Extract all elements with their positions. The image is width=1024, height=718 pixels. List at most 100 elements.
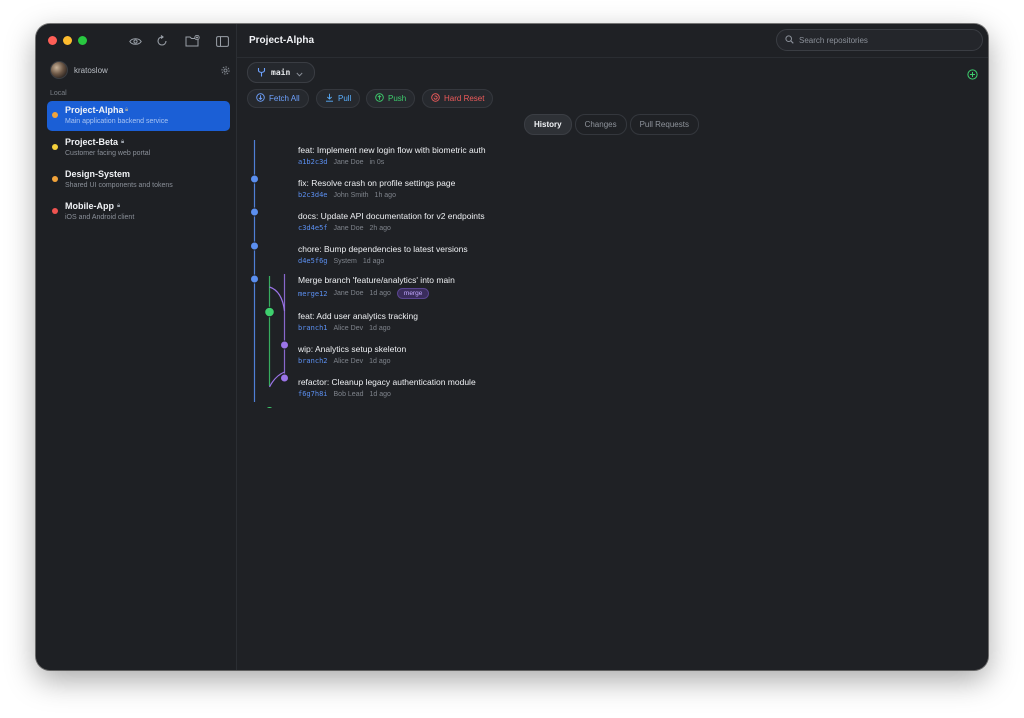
branch-selector[interactable]: main bbox=[247, 62, 315, 83]
commit-author: Alice Dev bbox=[333, 324, 364, 332]
search-icon bbox=[785, 31, 794, 49]
search-input[interactable]: Search repositories bbox=[776, 29, 983, 51]
commit-meta: a1b2c3d Jane Doe in 0s bbox=[298, 158, 486, 166]
commit-author: Jane Doe bbox=[333, 158, 364, 166]
repo-description: iOS and Android client bbox=[65, 214, 135, 221]
commit-hash: branch1 bbox=[298, 324, 328, 332]
commit-hash: a1b2c3d bbox=[298, 158, 328, 166]
lock-icon: 🔒︎ bbox=[125, 107, 129, 113]
commit-hash: b2c3d4e bbox=[298, 191, 328, 199]
fetch-all-button[interactable]: Fetch All bbox=[247, 89, 309, 108]
tab-changes[interactable]: Changes bbox=[574, 114, 627, 135]
chevron-down-icon bbox=[296, 64, 303, 82]
commit-node bbox=[250, 274, 259, 284]
repo-name: Mobile-App bbox=[65, 201, 114, 211]
commit-message: feat: Implement new login flow with biom… bbox=[298, 145, 486, 155]
commit-message: wip: Analytics setup skeleton bbox=[298, 344, 407, 354]
lock-icon: 🔒︎ bbox=[117, 203, 121, 209]
commit-time: 2h ago bbox=[369, 224, 391, 232]
push-label: Push bbox=[388, 94, 407, 103]
commit-row[interactable]: docs: Update API documentation for v2 en… bbox=[298, 211, 485, 232]
commit-author: Jane Doe bbox=[333, 224, 364, 232]
header-divider bbox=[237, 57, 988, 58]
sidebar: kratoslow Local Project-Alpha 🔒︎ Main ap… bbox=[36, 24, 237, 670]
commit-time: in 0s bbox=[369, 158, 385, 166]
commit-meta: f6g7h8i Bob Lead 1d ago bbox=[298, 390, 476, 398]
repo-item-project-alpha[interactable]: Project-Alpha 🔒︎ Main application backen… bbox=[47, 101, 230, 131]
commit-time: 1d ago bbox=[369, 324, 391, 332]
main-panel: Project-Alpha Search repositories main F… bbox=[237, 24, 988, 670]
commit-message: refactor: Cleanup legacy authentication … bbox=[298, 377, 476, 387]
zoom-window-button[interactable] bbox=[78, 36, 87, 45]
commit-node bbox=[250, 174, 259, 184]
commit-meta: merge12 Jane Doe 1d ago merge bbox=[298, 288, 455, 299]
folder-add-icon[interactable] bbox=[184, 33, 200, 49]
commit-row[interactable]: fix: Resolve crash on profile settings p… bbox=[298, 178, 455, 199]
repo-name: Project-Beta bbox=[65, 137, 119, 147]
pull-label: Pull bbox=[338, 94, 352, 103]
repo-name: Project-Alpha bbox=[65, 105, 124, 115]
avatar bbox=[50, 61, 68, 79]
commit-time: 1d ago bbox=[369, 390, 391, 398]
repo-item-project-beta[interactable]: Project-Beta 🔒︎ Customer facing web port… bbox=[47, 133, 230, 163]
commit-node bbox=[280, 340, 289, 350]
commit-hash: merge12 bbox=[298, 289, 328, 298]
push-button[interactable]: Push bbox=[366, 89, 415, 108]
pull-button[interactable]: Pull bbox=[316, 89, 360, 108]
repo-description: Customer facing web portal bbox=[65, 150, 151, 157]
minimize-window-button[interactable] bbox=[63, 36, 72, 45]
app-window: kratoslow Local Project-Alpha 🔒︎ Main ap… bbox=[36, 24, 988, 670]
commit-message: fix: Resolve crash on profile settings p… bbox=[298, 178, 456, 188]
refresh-icon[interactable] bbox=[154, 33, 170, 49]
merge-badge: merge bbox=[396, 288, 430, 299]
upload-circle-icon bbox=[375, 93, 384, 104]
hard-reset-button[interactable]: Hard Reset bbox=[422, 89, 493, 108]
repo-item-mobile-app[interactable]: Mobile-App 🔒︎ iOS and Android client bbox=[47, 197, 230, 227]
commit-author: System bbox=[333, 257, 357, 265]
merge-commit-node bbox=[264, 306, 275, 318]
commit-message: Merge branch 'feature/analytics' into ma… bbox=[298, 275, 455, 285]
commit-meta: d4e5f6g System 1d ago bbox=[298, 257, 468, 265]
commit-author: Jane Doe bbox=[333, 290, 364, 297]
view-tabs: History Changes Pull Requests bbox=[524, 114, 699, 135]
reset-icon bbox=[431, 93, 440, 104]
git-branch-icon bbox=[257, 64, 266, 82]
commit-time: 1d ago bbox=[369, 290, 391, 297]
user-profile[interactable]: kratoslow bbox=[50, 60, 236, 80]
commit-row[interactable]: feat: Add user analytics tracking branch… bbox=[298, 311, 418, 332]
tab-pull-requests[interactable]: Pull Requests bbox=[629, 114, 699, 135]
commit-node bbox=[280, 373, 289, 383]
commit-row[interactable]: refactor: Cleanup legacy authentication … bbox=[298, 377, 476, 398]
repo-description: Main application backend service bbox=[65, 118, 169, 125]
fetch-all-label: Fetch All bbox=[269, 94, 300, 103]
commit-row-merge[interactable]: Merge branch 'feature/analytics' into ma… bbox=[298, 275, 455, 299]
close-window-button[interactable] bbox=[48, 36, 57, 45]
fetch-icon bbox=[256, 93, 265, 104]
section-label-local: Local bbox=[50, 90, 67, 97]
add-circle-icon[interactable] bbox=[967, 67, 978, 80]
commit-time: 1h ago bbox=[374, 191, 396, 199]
search-placeholder: Search repositories bbox=[799, 35, 868, 45]
commit-row[interactable]: feat: Implement new login flow with biom… bbox=[298, 145, 486, 166]
repo-status-dot bbox=[52, 144, 58, 150]
branch-name: main bbox=[271, 68, 291, 77]
commit-row[interactable]: wip: Analytics setup skeleton branch2 Al… bbox=[298, 344, 406, 365]
commit-node bbox=[250, 241, 259, 251]
commit-meta: c3d4e5f Jane Doe 2h ago bbox=[298, 224, 485, 232]
commit-graph bbox=[250, 140, 289, 408]
commit-node bbox=[265, 406, 274, 408]
commit-meta: branch1 Alice Dev 1d ago bbox=[298, 324, 418, 332]
page-title: Project-Alpha bbox=[249, 35, 315, 46]
repo-status-dot bbox=[52, 208, 58, 214]
commit-author: John Smith bbox=[333, 191, 369, 199]
sidebar-toggle-icon[interactable] bbox=[214, 33, 230, 49]
gear-icon[interactable] bbox=[220, 63, 234, 77]
repo-item-design-system[interactable]: Design-System Shared UI components and t… bbox=[47, 165, 230, 195]
hard-reset-label: Hard Reset bbox=[444, 94, 485, 103]
commit-row[interactable]: chore: Bump dependencies to latest versi… bbox=[298, 244, 468, 265]
commit-message: feat: Add user analytics tracking bbox=[298, 311, 419, 321]
tab-history[interactable]: History bbox=[524, 114, 572, 135]
titlebar bbox=[36, 24, 237, 58]
repo-status-dot bbox=[52, 112, 58, 118]
eye-icon[interactable] bbox=[127, 33, 143, 49]
